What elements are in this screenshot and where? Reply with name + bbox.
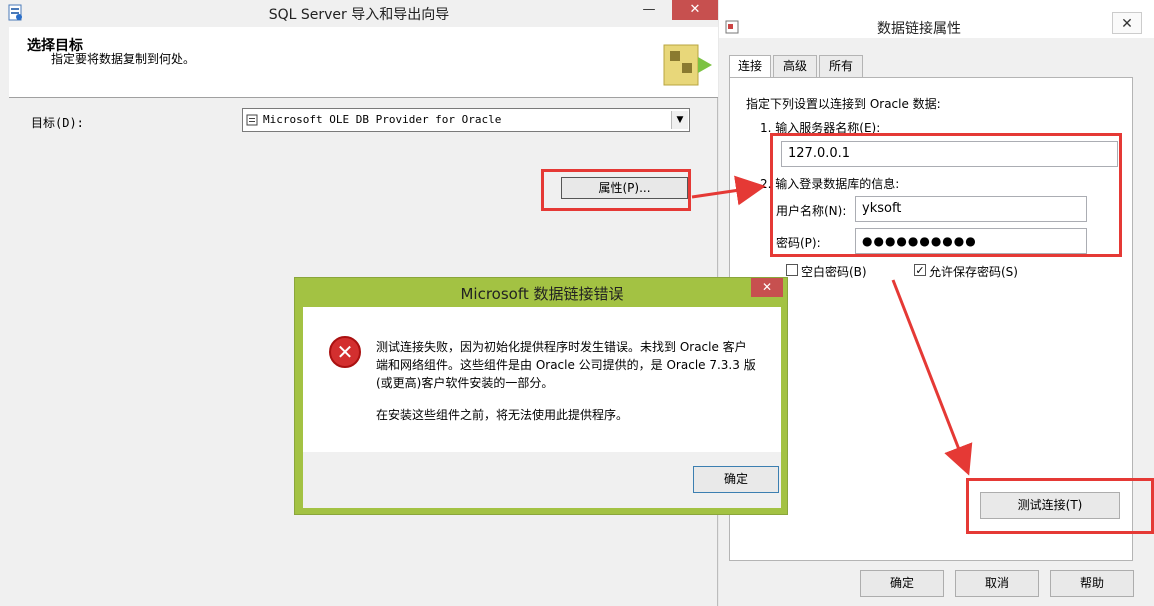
arrow-to-credentials bbox=[691, 175, 766, 206]
error-message-line3: (或更高)客户软件安装的一部分。 bbox=[376, 376, 554, 390]
error-message-line4: 在安装这些组件之前，将无法使用此提供程序。 bbox=[376, 408, 629, 422]
error-content: ✕ 测试连接失败，因为初始化提供程序时发生错误。未找到 Oracle 客户 端和… bbox=[303, 307, 781, 508]
error-title: Microsoft 数据链接错误 bbox=[460, 285, 624, 303]
error-icon: ✕ bbox=[329, 336, 361, 368]
error-message-line2: 端和网络组件。这些组件是由 Oracle 公司提供的，是 Oracle 7.3.… bbox=[376, 358, 756, 372]
error-ok-button[interactable]: 确定 bbox=[693, 466, 779, 493]
error-message-line1: 测试连接失败，因为初始化提供程序时发生错误。未找到 Oracle 客户 bbox=[376, 340, 747, 354]
error-close-button[interactable]: ✕ bbox=[751, 278, 783, 297]
error-dialog: Microsoft 数据链接错误 ✕ ✕ 测试连接失败，因为初始化提供程序时发生… bbox=[294, 277, 788, 515]
arrow-to-test-button bbox=[891, 279, 973, 476]
